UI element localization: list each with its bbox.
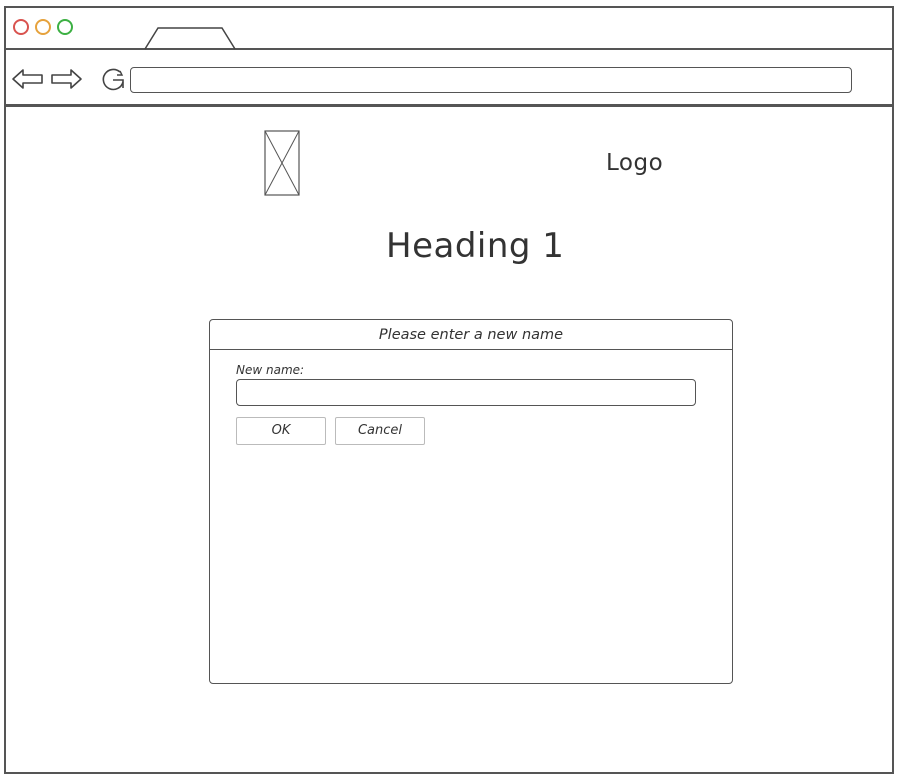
browser-navbar — [6, 48, 892, 107]
cancel-button[interactable]: Cancel — [335, 417, 425, 445]
address-bar[interactable] — [130, 67, 852, 93]
maximize-dot-icon[interactable] — [57, 19, 73, 35]
dialog-title: Please enter a new name — [210, 320, 732, 350]
reload-icon[interactable] — [100, 66, 128, 94]
close-dot-icon[interactable] — [13, 19, 29, 35]
browser-tab[interactable] — [144, 26, 236, 50]
new-name-input[interactable] — [236, 379, 696, 406]
back-arrow-icon[interactable] — [10, 68, 46, 90]
logo: Logo — [606, 150, 664, 176]
minimize-dot-icon[interactable] — [35, 19, 51, 35]
new-name-label: New name: — [236, 363, 305, 377]
image-placeholder-icon — [264, 130, 300, 196]
rename-dialog: Please enter a new name New name: OK Can… — [209, 319, 733, 684]
forward-arrow-icon[interactable] — [48, 68, 84, 90]
ok-button[interactable]: OK — [236, 417, 326, 445]
page-heading: Heading 1 — [386, 226, 565, 266]
browser-titlebar — [6, 8, 892, 50]
